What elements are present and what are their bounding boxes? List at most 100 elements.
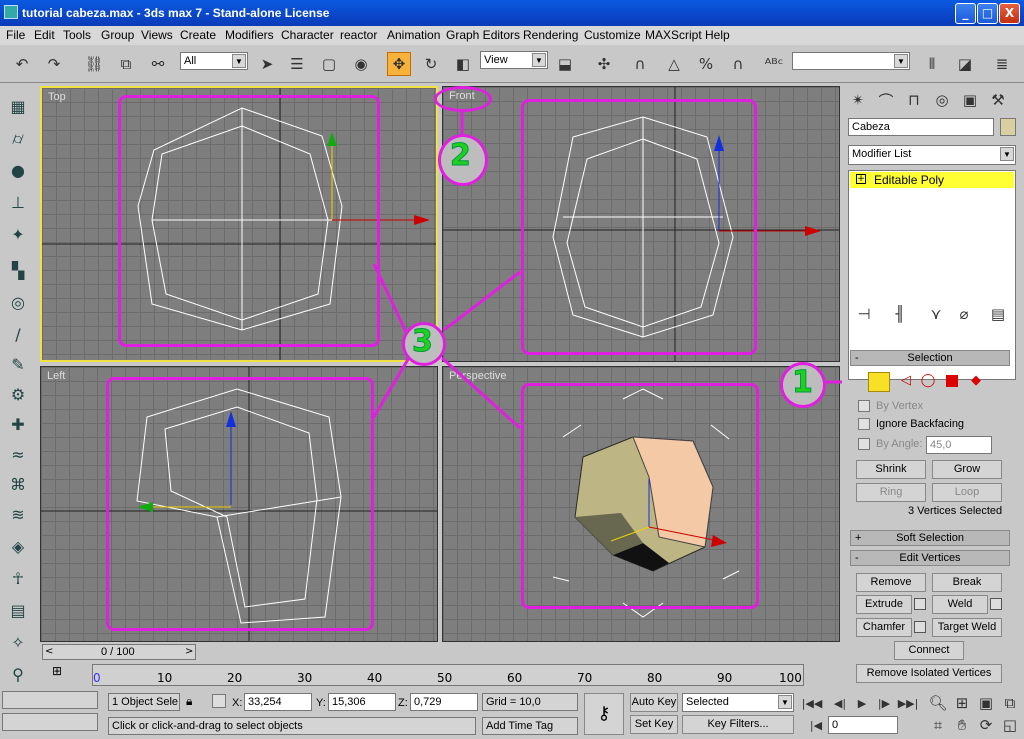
break-button[interactable]: Break (932, 573, 1002, 592)
utilities-tab-icon[interactable]: ⚒ (986, 88, 1010, 112)
collapse-icon: - (855, 552, 859, 564)
z-coordinate-input[interactable]: 0,729 (410, 693, 478, 711)
tick-label: 0 (93, 671, 101, 685)
weld-settings-icon[interactable] (990, 598, 1002, 610)
annotation-number-2: 2 (450, 138, 472, 174)
add-time-tag[interactable]: Add Time Tag (482, 717, 578, 735)
pin-stack-icon[interactable]: ⊣ (852, 302, 876, 326)
object-color-swatch[interactable] (1000, 118, 1016, 136)
polygon-mode-icon[interactable] (946, 375, 958, 387)
border-mode-icon[interactable]: ◯ (916, 368, 940, 392)
edge-mode-icon[interactable]: ◁ (894, 368, 918, 392)
make-unique-icon[interactable]: ⋎ (924, 302, 948, 326)
maxscript-listener-top[interactable] (2, 691, 98, 709)
tick-label: 40 (367, 671, 383, 685)
x-label: X: (232, 697, 243, 709)
status-bar: 1 Object Sele 🔒︎ X: 33,254 Y: 15,306 Z: … (0, 689, 1024, 739)
absolute-mode-icon[interactable] (212, 694, 226, 708)
remove-modifier-icon[interactable]: ⌀ (952, 302, 976, 326)
y-coordinate-input[interactable]: 15,306 (328, 693, 396, 711)
y-label: Y: (316, 697, 326, 709)
auto-key-button[interactable]: Auto Key (630, 693, 678, 712)
zoom-icon[interactable]: 🔍︎ (926, 691, 950, 715)
shrink-button[interactable]: Shrink (856, 460, 926, 479)
tick-label: 30 (297, 671, 313, 685)
hierarchy-tab-icon[interactable]: ⊓ (902, 88, 926, 112)
by-angle-checkbox[interactable] (858, 438, 870, 450)
current-frame-input[interactable]: 0 (828, 716, 898, 734)
zoom-all-icon[interactable]: ⊞ (950, 691, 974, 715)
chamfer-button[interactable]: Chamfer (856, 618, 912, 637)
extrude-settings-icon[interactable] (914, 598, 926, 610)
key-mode-dropdown[interactable]: Selected ▼ (682, 693, 794, 712)
arc-rotate-icon[interactable]: ⟳ (974, 713, 998, 737)
time-slider-area: < 0 / 100 > ⊞ 0 10 20 30 40 50 60 70 80 … (40, 642, 842, 688)
remove-button[interactable]: Remove (856, 573, 926, 592)
slider-left-icon[interactable]: < (45, 646, 53, 657)
tick-label: 80 (647, 671, 663, 685)
loop-button[interactable]: Loop (932, 483, 1002, 502)
set-key-button[interactable]: Set Key (630, 715, 678, 734)
expand-icon[interactable]: + (856, 174, 866, 184)
zoom-extents-all-icon[interactable]: ⧉ (998, 691, 1022, 715)
time-slider-label: 0 / 100 (101, 646, 135, 658)
ignore-backfacing-checkbox[interactable] (858, 418, 870, 430)
x-coordinate-input[interactable]: 33,254 (244, 693, 312, 711)
modifier-list-value: Modifier List (852, 148, 912, 160)
remove-isolated-vertices-button[interactable]: Remove Isolated Vertices (856, 664, 1002, 683)
grow-button[interactable]: Grow (932, 460, 1002, 479)
edit-vertices-rollout-header[interactable]: - Edit Vertices (850, 550, 1010, 566)
connect-button[interactable]: Connect (894, 641, 964, 660)
modify-tab-icon[interactable]: ⌒ (874, 88, 898, 112)
go-to-start-icon[interactable]: |◀◀ (800, 691, 824, 715)
mini-curve-editor-icon[interactable]: ⊞ (52, 664, 74, 680)
chevron-down-icon: ▼ (1000, 147, 1014, 161)
display-tab-icon[interactable]: ▣ (958, 88, 982, 112)
maximize-viewport-icon[interactable]: ◱ (998, 713, 1022, 737)
show-end-result-icon[interactable]: ╢ (888, 302, 912, 326)
command-panel: ✴ ⌒ ⊓ ◎ ▣ ⚒ Cabeza Modifier List ▼ + Edit… (842, 84, 1024, 689)
key-mode-value: Selected (686, 696, 729, 708)
track-bar[interactable]: 0 10 20 30 40 50 60 70 80 90 100 (92, 664, 804, 686)
weld-button[interactable]: Weld (932, 595, 988, 614)
selection-count: 1 Object Sele (108, 693, 180, 711)
soft-selection-title: Soft Selection (896, 532, 964, 544)
go-to-end-icon[interactable]: ▶▶| (896, 691, 920, 715)
stack-item-editable-poly[interactable]: + Editable Poly (850, 172, 1014, 188)
zoom-extents-icon[interactable]: ▣ (974, 691, 998, 715)
create-tab-icon[interactable]: ✴ (846, 88, 870, 112)
play-icon[interactable]: ▶ (850, 691, 874, 715)
time-slider[interactable]: < 0 / 100 > (42, 644, 196, 660)
key-mode-toggle-icon[interactable]: |◀ (804, 713, 828, 737)
region-zoom-icon[interactable]: ⌗ (926, 713, 950, 737)
by-angle-input[interactable]: 45,0 (926, 436, 992, 454)
by-vertex-checkbox[interactable] (858, 400, 870, 412)
vertex-mode-icon[interactable] (868, 372, 890, 392)
key-filters-button[interactable]: Key Filters... (682, 715, 794, 734)
pan-icon[interactable]: ✋︎ (950, 713, 974, 737)
selection-title: Selection (907, 352, 953, 364)
chamfer-settings-icon[interactable] (914, 621, 926, 633)
configure-modifier-sets-icon[interactable]: ▤ (986, 302, 1010, 326)
extrude-button[interactable]: Extrude (856, 595, 912, 614)
ring-button[interactable]: Ring (856, 483, 926, 502)
lock-icon[interactable]: 🔒︎ (186, 694, 192, 709)
selection-rollout-header[interactable]: - Selection (850, 350, 1010, 366)
by-angle-label: By Angle: (876, 438, 923, 450)
tick-label: 60 (507, 671, 523, 685)
previous-frame-icon[interactable]: ◀| (828, 691, 852, 715)
key-icon[interactable]: ⚷ (584, 693, 624, 735)
z-label: Z: (398, 697, 408, 709)
slider-right-icon[interactable]: > (185, 646, 193, 657)
modifier-list-dropdown[interactable]: Modifier List ▼ (848, 145, 1016, 165)
object-name-field[interactable]: Cabeza (848, 118, 994, 136)
motion-tab-icon[interactable]: ◎ (930, 88, 954, 112)
soft-selection-rollout-header[interactable]: + Soft Selection (850, 530, 1010, 546)
next-frame-icon[interactable]: |▶ (872, 691, 896, 715)
element-mode-icon[interactable]: ◆ (964, 368, 988, 392)
annotation-number-1: 1 (792, 365, 814, 401)
chevron-down-icon: ▼ (778, 695, 792, 709)
stack-item-label: Editable Poly (874, 173, 945, 187)
maxscript-listener-bottom[interactable] (2, 713, 98, 731)
target-weld-button[interactable]: Target Weld (932, 618, 1002, 637)
